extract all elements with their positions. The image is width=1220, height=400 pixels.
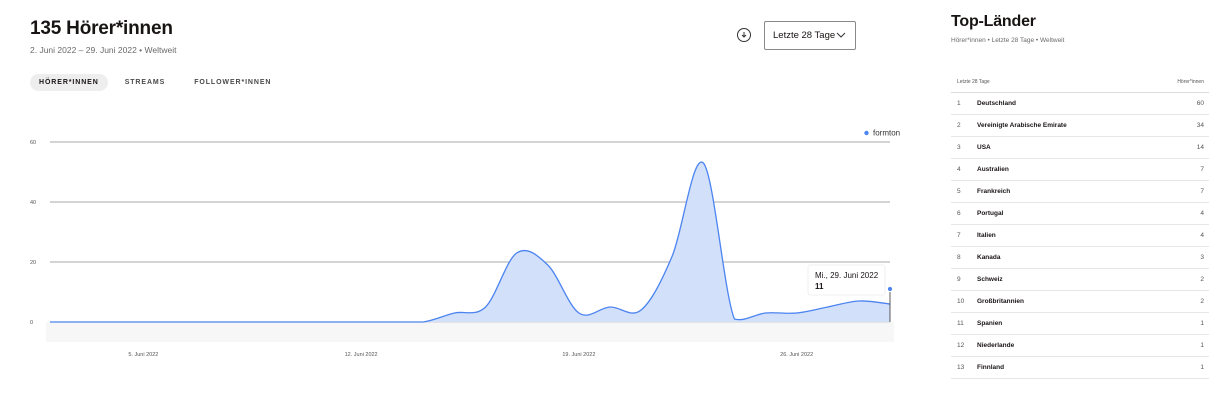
listener-count: 3 [1200,254,1204,261]
listener-count: 14 [1196,144,1204,151]
country-rank: 4 [957,166,961,173]
country-rank: 3 [957,144,961,151]
country-name: Australien [977,166,1009,173]
table-row[interactable]: 13 Finnland 1 [951,357,1209,379]
top-countries-table: Letzte 28 Tage Hörer*innen 1 Deutschland 6… [951,71,1209,379]
x-tick-label: 26. Juni 2022 [780,352,813,358]
country-rank: 13 [957,364,965,371]
download-button[interactable] [737,28,751,42]
listener-count: 1 [1200,320,1204,327]
listener-count: 1 [1200,342,1204,349]
metric-tabs: HÖRER*INNEN STREAMS FOLLOWER*INNEN [30,74,282,91]
country-rank: 5 [957,188,961,195]
date-range-select[interactable]: Letzte 28 Tage [764,21,856,50]
column-header-period: Letzte 28 Tage [957,78,990,85]
x-tick-label: 5. Juni 2022 [128,352,158,358]
country-name: Frankreich [977,188,1011,195]
listener-count: 4 [1200,232,1204,239]
chevron-down-icon [836,32,846,38]
download-icon [741,32,747,38]
listener-count: 7 [1200,188,1204,195]
table-row[interactable]: 8 Kanada 3 [951,247,1209,269]
top-countries-subtitle: Hörer*innen • Letzte 28 Tage • Weltweit [951,37,1065,44]
country-rank: 8 [957,254,961,261]
listener-count: 2 [1200,276,1204,283]
country-rank: 1 [957,100,961,107]
country-rank: 7 [957,232,961,239]
table-header: Letzte 28 Tage Hörer*innen [951,71,1209,93]
table-row[interactable]: 7 Italien 4 [951,225,1209,247]
tab-listeners[interactable]: HÖRER*INNEN [30,74,108,91]
listener-count: 7 [1200,166,1204,173]
country-name: Finnland [977,364,1005,371]
page-subtitle: 2. Juni 2022 – 29. Juni 2022 • Weltweit [30,45,177,55]
country-rank: 6 [957,210,961,217]
series-line-formton [49,161,891,323]
table-row[interactable]: 10 Großbritannien 2 [951,291,1209,313]
y-tick-label: 40 [30,200,36,206]
country-name: Schweiz [977,276,1003,283]
chart-baseline-band [46,322,894,342]
tooltip-value: 11 [815,282,824,291]
country-name: Kanada [977,254,1001,261]
listener-count: 4 [1200,210,1204,217]
table-row[interactable]: 12 Niederlande 1 [951,335,1209,357]
table-row[interactable]: 1 Deutschland 60 [951,93,1209,115]
y-tick-label: 20 [30,260,36,266]
listener-count: 60 [1196,100,1204,107]
country-name: Niederlande [977,342,1015,349]
listeners-chart: 0 20 40 60 5. Juni 2022 12. Juni 2022 19. Juni… [30,129,900,359]
x-tick-label: 19. Juni 2022 [562,352,595,358]
country-name: Italien [977,232,996,239]
table-row[interactable]: 4 Australien 7 [951,159,1209,181]
country-rank: 2 [957,122,961,129]
legend-dot-formton [864,130,869,136]
y-tick-label: 0 [30,320,33,326]
country-name: Großbritannien [977,298,1024,305]
hover-point [886,285,894,293]
legend-label-formton: formton [873,129,900,138]
table-row[interactable]: 6 Portugal 4 [951,203,1209,225]
country-rank: 11 [957,320,964,327]
tab-streams[interactable]: STREAMS [116,74,175,91]
table-row[interactable]: 11 Spanien 1 [951,313,1209,335]
country-name: Portugal [977,210,1004,217]
listener-count: 34 [1196,122,1204,129]
top-countries-title: Top-Länder [951,13,1036,30]
date-range-label: Letzte 28 Tage [773,30,836,41]
country-name: Deutschland [977,100,1017,107]
tab-followers[interactable]: FOLLOWER*INNEN [185,74,280,91]
country-name: Spanien [977,320,1003,327]
country-name: USA [977,144,991,151]
country-name: Vereinigte Arabische Emirate [977,122,1067,129]
country-rank: 12 [957,342,965,349]
listener-count: 2 [1200,298,1204,305]
table-row[interactable]: 9 Schweiz 2 [951,269,1209,291]
country-rank: 9 [957,276,961,283]
listener-count: 1 [1200,364,1204,371]
page-title: 135 Hörer*innen [30,18,173,39]
series-area-formton [50,162,890,322]
country-rank: 10 [957,298,965,305]
column-header-listeners: Hörer*innen [1177,78,1204,85]
tooltip-date: Mi., 29. Juni 2022 [815,271,879,280]
y-tick-label: 60 [30,140,36,146]
table-row[interactable]: 3 USA 14 [951,137,1209,159]
table-row[interactable]: 2 Vereinigte Arabische Emirate 34 [951,115,1209,137]
x-tick-label: 12. Juni 2022 [345,352,378,358]
table-row[interactable]: 5 Frankreich 7 [951,181,1209,203]
